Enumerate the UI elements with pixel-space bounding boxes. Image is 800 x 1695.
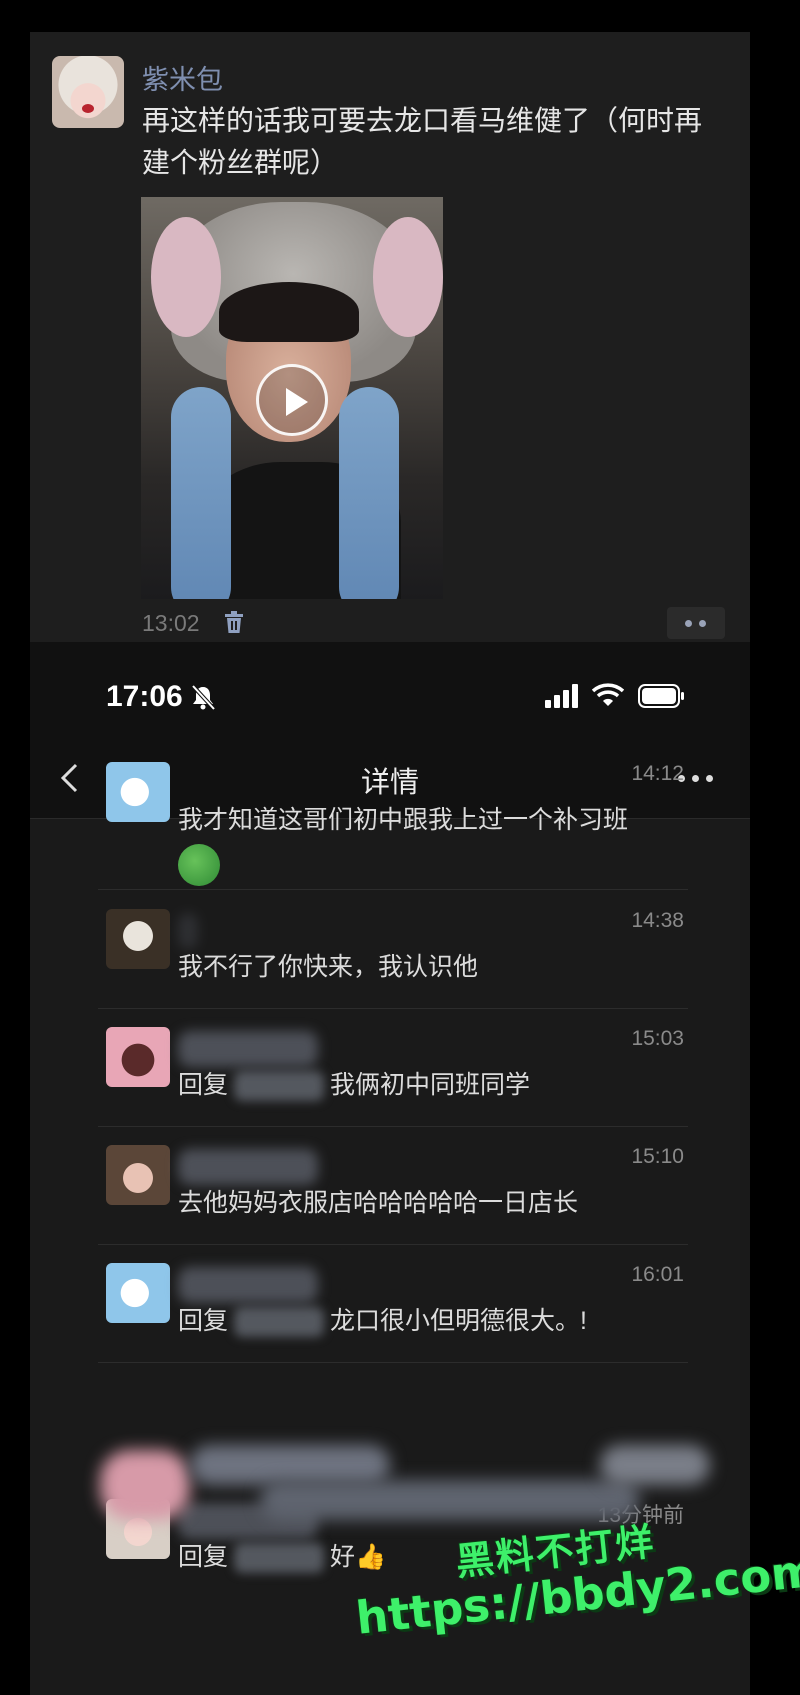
reply-body: 好👍	[330, 1543, 387, 1571]
reply-prefix: 回复	[178, 1543, 229, 1571]
comment-item[interactable]: 14:12 我才知道这哥们初中跟我上过一个补习班	[98, 762, 688, 890]
blurred-mention	[234, 1071, 325, 1102]
comment-item[interactable]: 16:01 回复 龙口很小但明德很大。!	[98, 1263, 688, 1363]
comment-item[interactable]: 15:10 去他妈妈衣服店哈哈哈哈哈一日店长	[98, 1145, 688, 1245]
moment-post: 紫米包 再这样的话我可要去龙口看马维健了（何时再建个粉丝群呢） 13:02	[30, 32, 750, 642]
blurred-mention	[234, 1307, 325, 1338]
trash-icon[interactable]	[224, 611, 244, 633]
reply-prefix: 回复	[178, 1071, 229, 1099]
play-icon[interactable]	[256, 364, 328, 436]
post-time: 13:02	[142, 610, 200, 636]
reply-body: 龙口很小但明德很大。!	[330, 1307, 587, 1335]
blurred-mention	[234, 1543, 325, 1574]
comment-text: 去他妈妈衣服店哈哈哈哈哈一日店长	[178, 1189, 579, 1217]
comment-text: 我才知道这哥们初中跟我上过一个补习班	[178, 806, 629, 834]
battery-icon	[638, 684, 684, 708]
blurred-comment-row	[60, 1440, 720, 1530]
frog-sticker-icon	[178, 844, 220, 886]
comment-text: 回复 好👍	[178, 1537, 387, 1574]
strap-right	[339, 387, 399, 599]
blur-blob	[600, 1445, 710, 1485]
comment-time: 14:12	[631, 762, 684, 785]
wifi-icon	[592, 683, 624, 706]
hat-ear-left	[151, 217, 221, 337]
blurred-name	[178, 1267, 318, 1303]
status-bar: 17:06	[30, 642, 750, 737]
phone-screenshot: 17:06 详情 14:12 我才知道这哥们初中跟我上过一个补习班 14:38 …	[30, 642, 750, 1695]
comment-time: 16:01	[631, 1263, 684, 1286]
more-actions-button[interactable]	[667, 607, 725, 639]
comment-time: 15:10	[631, 1145, 684, 1168]
hair-shape	[219, 282, 359, 342]
comment-avatar[interactable]	[106, 1145, 170, 1205]
blur-blob	[100, 1450, 190, 1520]
reply-prefix: 回复	[178, 1307, 229, 1335]
post-text: 再这样的话我可要去龙口看马维健了（何时再建个粉丝群呢）	[142, 105, 703, 178]
comment-text: 回复 我俩初中同班同学	[178, 1065, 531, 1102]
author-avatar[interactable]	[52, 56, 124, 128]
comment-item[interactable]: 14:38 我不行了你快来，我认识他	[98, 909, 688, 1009]
comment-avatar[interactable]	[106, 1027, 170, 1087]
comment-avatar[interactable]	[106, 762, 170, 822]
comment-text: 我不行了你快来，我认识他	[178, 953, 479, 981]
comment-text: 回复 龙口很小但明德很大。!	[178, 1301, 587, 1338]
blurred-name	[178, 1149, 318, 1185]
comment-avatar[interactable]	[106, 909, 170, 969]
strap-left	[171, 387, 231, 599]
comment-time: 15:03	[631, 1027, 684, 1050]
reply-body: 我俩初中同班同学	[330, 1071, 531, 1099]
status-clock: 17:06	[106, 680, 183, 713]
bell-off-icon	[191, 684, 216, 710]
hat-ear-right	[373, 217, 443, 337]
cellular-signal-icon	[545, 684, 578, 708]
blurred-name	[178, 913, 198, 949]
blur-blob	[260, 1480, 640, 1520]
blurred-name	[178, 1031, 318, 1067]
comment-time: 14:38	[631, 909, 684, 932]
comment-item[interactable]: 15:03 回复 我俩初中同班同学	[98, 1027, 688, 1127]
author-name[interactable]: 紫米包	[142, 58, 223, 97]
video-thumbnail[interactable]	[141, 197, 443, 599]
comment-avatar[interactable]	[106, 1263, 170, 1323]
blur-blob	[190, 1445, 390, 1485]
